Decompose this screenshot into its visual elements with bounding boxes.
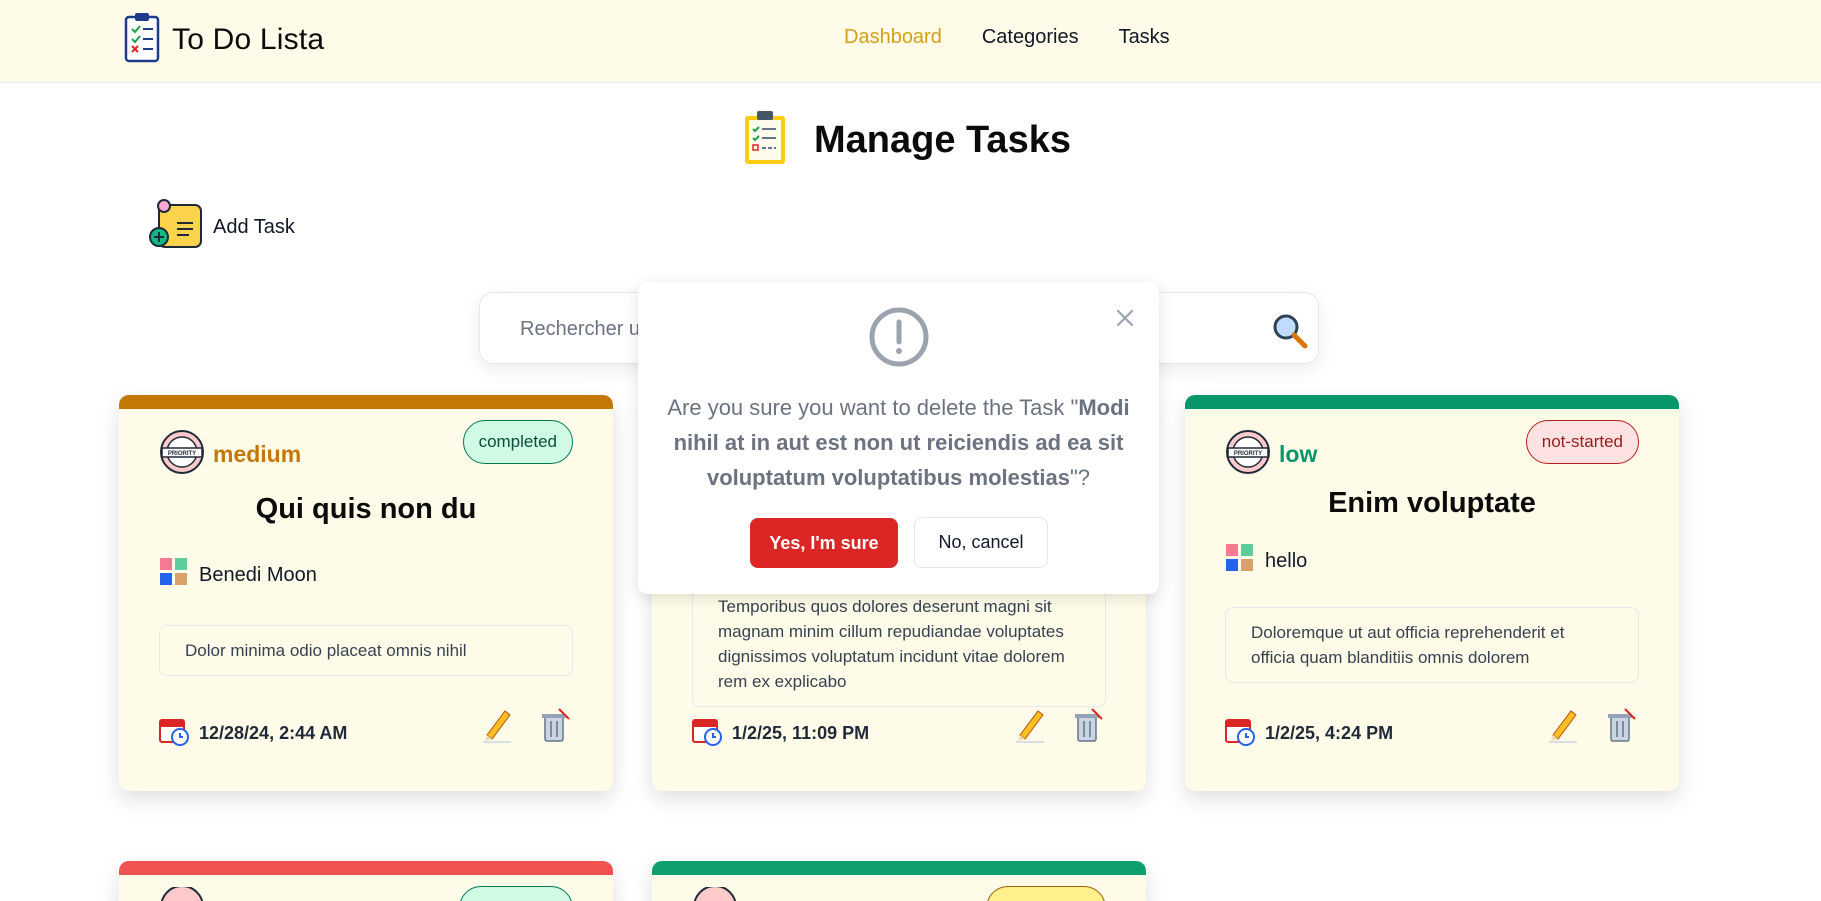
trash-icon[interactable]: [1605, 707, 1637, 743]
status-badge: completed: [462, 420, 573, 464]
message-prefix: Are you sure you want to delete the Task…: [667, 395, 1079, 420]
top-navbar: To Do Lista Dashboard Categories Tasks: [0, 0, 1821, 83]
delete-confirm-modal: Are you sure you want to delete the Task…: [638, 282, 1159, 594]
page-title: Manage Tasks: [814, 119, 1071, 161]
task-card: PRIORITY medium completed Qui quis non d…: [119, 395, 613, 791]
task-date: 12/28/24, 2:44 AM: [159, 716, 347, 751]
pencil-icon[interactable]: [481, 707, 513, 743]
task-card: [119, 861, 613, 901]
status-badge: [986, 886, 1106, 901]
priority-bar: [652, 861, 1146, 875]
task-title: Enim voluptate: [1328, 487, 1536, 519]
task-card: PRIORITY low not-started Enim voluptate …: [1185, 395, 1679, 791]
close-icon[interactable]: [1111, 304, 1139, 332]
priority-bar: [1185, 395, 1679, 409]
priority-row: PRIORITY medium: [159, 429, 301, 480]
task-description: Temporibus quos dolores deserunt magni s…: [692, 581, 1106, 707]
svg-text:PRIORITY: PRIORITY: [168, 451, 196, 457]
calendar-clock-icon: [159, 716, 189, 751]
pencil-icon[interactable]: [1547, 707, 1579, 743]
main-nav: Dashboard Categories Tasks: [844, 26, 1170, 49]
priority-badge-icon: PRIORITY: [159, 429, 205, 480]
task-category: hello: [1225, 543, 1307, 579]
magnifier-icon[interactable]: [1270, 311, 1310, 351]
priority-badge-icon: [692, 885, 738, 901]
add-task-label: Add Task: [213, 216, 295, 238]
nav-tasks[interactable]: Tasks: [1119, 26, 1170, 49]
task-date: 1/2/25, 11:09 PM: [692, 716, 869, 751]
priority-label: medium: [213, 441, 302, 467]
message-suffix: "?: [1070, 465, 1091, 490]
status-badge: [459, 886, 573, 901]
confirm-delete-button[interactable]: Yes, I'm sure: [750, 518, 898, 568]
category-grid-icon: [1225, 543, 1255, 579]
clipboard-header-icon: [742, 109, 788, 172]
priority-label: low: [1279, 441, 1318, 467]
pencil-icon[interactable]: [1014, 707, 1046, 743]
priority-bar: [119, 395, 613, 409]
status-badge: not-started: [1525, 420, 1639, 464]
date-text: 12/28/24, 2:44 AM: [199, 723, 348, 743]
page-header: Manage Tasks: [742, 109, 1071, 172]
modal-message: Are you sure you want to delete the Task…: [658, 390, 1139, 495]
task-description: Dolor minima odio placeat omnis nihil: [159, 625, 573, 676]
task-card: [652, 861, 1146, 901]
date-text: 1/2/25, 4:24 PM: [1265, 723, 1394, 743]
priority-badge-icon: PRIORITY: [1225, 429, 1271, 480]
category-name: Benedi Moon: [199, 563, 317, 586]
calendar-clock-icon: [692, 716, 722, 751]
cancel-button[interactable]: No, cancel: [914, 517, 1048, 568]
nav-dashboard[interactable]: Dashboard: [844, 26, 942, 49]
task-description: Doloremque ut aut officia reprehenderit …: [1225, 607, 1639, 683]
sticky-note-add-icon: [147, 197, 205, 258]
task-category: Benedi Moon: [159, 557, 317, 593]
brand[interactable]: To Do Lista: [124, 11, 324, 68]
app-title: To Do Lista: [172, 22, 325, 56]
category-grid-icon: [159, 557, 189, 593]
task-title: Qui quis non du: [255, 493, 477, 525]
priority-row: PRIORITY low: [1225, 429, 1317, 480]
svg-text:PRIORITY: PRIORITY: [1234, 451, 1262, 457]
calendar-clock-icon: [1225, 716, 1255, 751]
nav-categories[interactable]: Categories: [982, 26, 1079, 49]
task-date: 1/2/25, 4:24 PM: [1225, 716, 1393, 751]
priority-bar: [119, 861, 613, 875]
date-text: 1/2/25, 11:09 PM: [732, 723, 870, 743]
priority-badge-icon: [159, 885, 205, 901]
exclamation-circle-icon: [868, 306, 930, 373]
trash-icon[interactable]: [1072, 707, 1104, 743]
clipboard-logo-icon: [124, 11, 160, 68]
category-name: hello: [1265, 549, 1308, 572]
add-task-button[interactable]: Add Task: [147, 197, 295, 258]
trash-icon[interactable]: [539, 707, 571, 743]
